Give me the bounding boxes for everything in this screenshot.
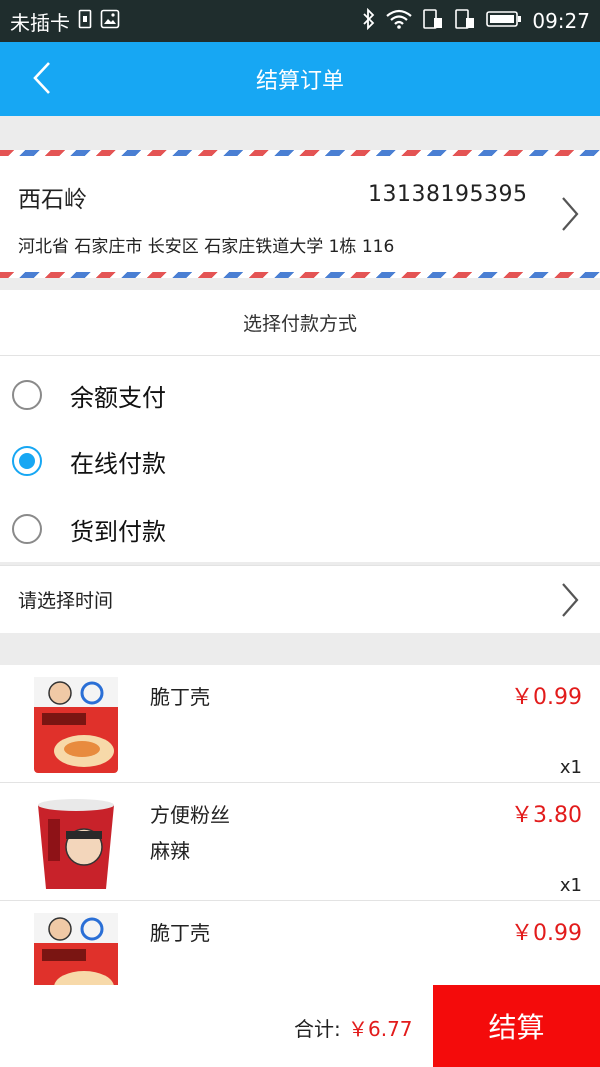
recipient-address: 河北省 石家庄市 长安区 石家庄铁道大学 1栋 116 [18, 237, 395, 257]
checkout-button[interactable]: 结算 [433, 985, 600, 1067]
product-spec: 麻辣 [150, 839, 190, 863]
product-price: ￥3.80 [511, 803, 582, 828]
page-title: 结算订单 [255, 69, 344, 94]
recipient-name: 西石岭 [18, 187, 87, 213]
sim-card-icon [422, 8, 444, 35]
time-select-label: 请选择时间 [18, 590, 114, 612]
sim-icon [78, 9, 92, 34]
bluetooth-icon [362, 7, 376, 35]
status-bar: 未插卡 09:27 [0, 0, 600, 42]
payment-option-label: 在线付款 [70, 449, 166, 478]
noodle-cup-image [20, 793, 132, 893]
product-price: ￥0.99 [511, 685, 582, 710]
radio-button[interactable] [12, 380, 42, 410]
sim-card-icon [454, 8, 476, 35]
address-card[interactable]: 西石岭 13138195395 河北省 石家庄市 长安区 石家庄铁道大学 1栋 … [0, 150, 600, 278]
product-price: ￥0.99 [511, 921, 582, 946]
product-name: 脆丁壳 [150, 921, 210, 945]
chevron-left-icon [32, 61, 52, 99]
recipient-phone: 13138195395 [368, 182, 528, 207]
checkout-bar: 合计: ￥6.77 结算 [0, 985, 600, 1067]
payment-option-label: 余额支付 [70, 383, 166, 412]
airmail-border-bottom [0, 272, 600, 278]
payment-header: 选择付款方式 [0, 290, 600, 356]
product-quantity: x1 [559, 757, 582, 778]
wifi-icon [386, 9, 413, 34]
chevron-right-icon [560, 582, 580, 622]
nav-bar: 结算订单 [0, 42, 600, 116]
carrier-text: 未插卡 [10, 10, 70, 35]
product-item[interactable]: 脆丁壳 ￥0.99 [0, 901, 600, 985]
payment-option-balance[interactable]: 余额支付 [0, 362, 600, 428]
product-name: 方便粉丝 [150, 803, 230, 827]
total-label: 合计: [294, 1017, 341, 1041]
payment-option-label: 货到付款 [70, 517, 166, 546]
radio-button-checked[interactable] [12, 446, 42, 476]
product-quantity: x1 [559, 875, 582, 896]
clock-text: 09:27 [532, 9, 590, 33]
payment-option-online[interactable]: 在线付款 [0, 428, 600, 494]
snack-package-image [20, 911, 132, 985]
product-list[interactable]: 脆丁壳 ￥0.99 x1 方便粉丝 麻辣 ￥3.80 x1 脆丁壳 ￥0.99 [0, 665, 600, 985]
chevron-right-icon [560, 196, 580, 236]
payment-option-cod[interactable]: 货到付款 [0, 496, 600, 562]
time-select-row[interactable]: 请选择时间 [0, 565, 600, 633]
product-name: 脆丁壳 [150, 685, 210, 709]
product-item[interactable]: 脆丁壳 ￥0.99 x1 [0, 665, 600, 783]
total-value: ￥6.77 [348, 1017, 413, 1041]
radio-button[interactable] [12, 514, 42, 544]
airmail-border-top [0, 150, 600, 156]
snack-package-image [20, 675, 132, 775]
battery-icon [486, 9, 522, 33]
payment-section: 选择付款方式 余额支付 在线付款 货到付款 [0, 290, 600, 562]
product-item[interactable]: 方便粉丝 麻辣 ￥3.80 x1 [0, 783, 600, 901]
back-button[interactable] [22, 60, 62, 100]
image-icon [100, 9, 120, 34]
